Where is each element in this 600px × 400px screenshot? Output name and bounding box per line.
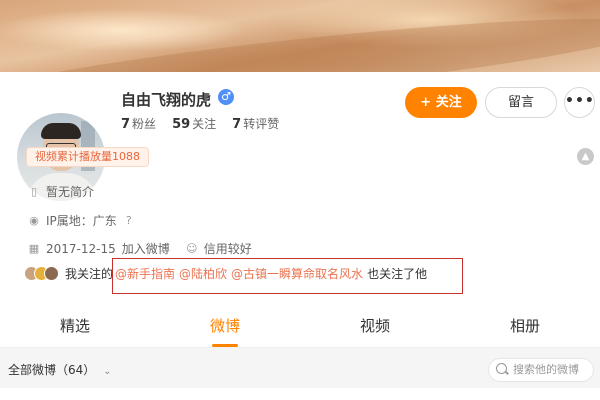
join-suffix: 加入微博 bbox=[121, 242, 170, 256]
stat-fans-label: 粉丝 bbox=[132, 117, 157, 131]
stat-likes-label: 转评赞 bbox=[243, 117, 280, 131]
mini-avatar bbox=[44, 266, 59, 281]
play-count-badge: 视频累计播放量1088 bbox=[26, 147, 149, 167]
filter-bar: 全部微博（64） ⌄ 搜索他的微博 bbox=[0, 352, 600, 388]
profile-card: 自由飞翔的虎 ♂ 7 粉丝 59 关注 7 转评赞 + 关注 留言 ••• 视频累计播… bbox=[0, 72, 600, 400]
sand-ridge bbox=[0, 1, 600, 72]
more-options-button[interactable]: ••• bbox=[564, 87, 595, 118]
verified-badge-icon: ♂ bbox=[218, 89, 234, 105]
stat-following[interactable]: 59 关注 bbox=[172, 115, 216, 132]
chevron-down-icon: ⌄ bbox=[103, 366, 112, 377]
profile-tabs: 精选 微博 视频 相册 bbox=[0, 304, 600, 348]
stat-following-label: 关注 bbox=[192, 117, 217, 131]
bio-row: ▯ 暂无简介 bbox=[28, 183, 94, 200]
stat-following-num: 59 bbox=[172, 117, 191, 132]
credit-icon: ☺ bbox=[186, 241, 198, 255]
follow-button[interactable]: + 关注 bbox=[405, 87, 477, 118]
bio-text: 暂无简介 bbox=[46, 185, 95, 199]
mutual-avatars bbox=[24, 266, 59, 281]
username: 自由飞翔的虎 bbox=[121, 91, 212, 109]
all-posts-dropdown[interactable]: 全部微博（64） ⌄ bbox=[8, 361, 112, 378]
join-date: 2017-12-15 bbox=[46, 241, 116, 256]
cover-banner bbox=[0, 0, 600, 72]
tab-featured[interactable]: 精选 bbox=[0, 304, 150, 347]
avatar-hair bbox=[41, 123, 81, 139]
highlight-box bbox=[112, 258, 463, 294]
mutual-prefix: 我关注的 bbox=[65, 267, 114, 281]
search-icon bbox=[496, 363, 507, 374]
location-pin-icon: ◉ bbox=[29, 213, 39, 227]
stat-likes-num: 7 bbox=[232, 117, 242, 132]
stat-fans[interactable]: 7 粉丝 bbox=[121, 115, 156, 132]
tab-video[interactable]: 视频 bbox=[300, 304, 450, 347]
stat-fans-num: 7 bbox=[121, 117, 131, 132]
ip-text: IP属地：广东 bbox=[46, 214, 117, 228]
join-date-row: ▦ 2017-12-15 加入微博 ☺ 信用较好 bbox=[28, 240, 252, 257]
document-icon: ▯ bbox=[30, 184, 38, 198]
ip-row: ◉ IP属地：广东 ? bbox=[28, 212, 135, 229]
message-button[interactable]: 留言 bbox=[485, 87, 557, 118]
credit-text: 信用较好 bbox=[203, 242, 252, 256]
tab-album[interactable]: 相册 bbox=[450, 304, 600, 347]
all-posts-label: 全部微博（64） bbox=[8, 363, 96, 377]
profile-stats: 7 粉丝 59 关注 7 转评赞 bbox=[121, 115, 279, 132]
help-icon[interactable]: ? bbox=[123, 214, 135, 227]
chevron-up-icon[interactable]: ▲ bbox=[577, 148, 594, 165]
stat-likes[interactable]: 7 转评赞 bbox=[232, 115, 279, 132]
tab-weibo[interactable]: 微博 bbox=[150, 304, 300, 347]
calendar-icon: ▦ bbox=[28, 241, 40, 255]
